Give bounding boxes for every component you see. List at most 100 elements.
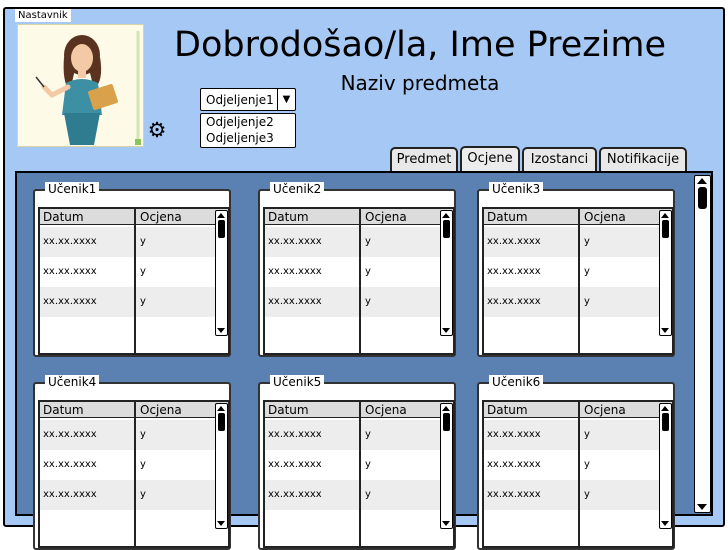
table-row[interactable]: xx.xx.xxxx y xyxy=(265,227,443,257)
column-header-grade[interactable]: Ocjena xyxy=(584,209,626,225)
column-header-date[interactable]: Datum xyxy=(43,209,84,225)
table-scrollbar[interactable] xyxy=(440,403,453,529)
scroll-up-icon[interactable] xyxy=(661,406,669,411)
grade-cell: y xyxy=(140,459,146,470)
column-header-date[interactable]: Datum xyxy=(43,402,84,418)
table-row[interactable]: xx.xx.xxxx y xyxy=(265,480,443,510)
grades-table: Datum Ocjena xx.xx.xxxx y xx.xx.xxxx y xx.xx.x… xyxy=(482,400,674,548)
table-row[interactable]: xx.xx.xxxx y xyxy=(40,480,218,510)
tab-notifikacije[interactable]: Notifikacije xyxy=(599,147,687,171)
table-row[interactable]: xx.xx.xxxx y xyxy=(484,287,662,317)
tab-izostanci[interactable]: Izostanci xyxy=(522,147,597,171)
window-label: Nastavnik xyxy=(15,9,71,22)
subject-name: Naziv predmeta xyxy=(340,71,500,95)
table-row[interactable]: xx.xx.xxxx y xyxy=(484,227,662,257)
teacher-avatar xyxy=(17,24,144,147)
scroll-thumb[interactable] xyxy=(218,220,225,238)
table-scrollbar[interactable] xyxy=(659,210,672,336)
scroll-down-icon[interactable] xyxy=(661,328,669,333)
date-cell: xx.xx.xxxx xyxy=(43,429,97,440)
column-divider xyxy=(359,402,361,546)
scroll-thumb[interactable] xyxy=(662,220,669,238)
class-option[interactable]: Odjeljenje2 xyxy=(201,114,295,130)
column-header-grade[interactable]: Ocjena xyxy=(140,402,182,418)
grade-cell: y xyxy=(584,266,590,277)
scroll-thumb[interactable] xyxy=(698,187,707,209)
scroll-up-icon[interactable] xyxy=(217,213,225,218)
tab-ocjene[interactable]: Ocjene xyxy=(460,146,520,172)
table-row[interactable]: xx.xx.xxxx y xyxy=(484,257,662,287)
grade-cell: y xyxy=(365,266,371,277)
table-row[interactable]: xx.xx.xxxx y xyxy=(484,450,662,480)
student-card: Učenik5 Datum Ocjena xx.xx.xxxx y xx.xx.xxxx y… xyxy=(258,375,456,550)
table-row[interactable]: xx.xx.xxxx y xyxy=(40,227,218,257)
column-header-grade[interactable]: Ocjena xyxy=(140,209,182,225)
chevron-down-icon[interactable]: ▼ xyxy=(277,89,295,110)
scroll-down-icon[interactable] xyxy=(217,521,225,526)
class-dropdown-list: Odjeljenje2 Odjeljenje3 xyxy=(200,113,296,148)
panel-scrollbar[interactable] xyxy=(694,175,711,513)
date-cell: xx.xx.xxxx xyxy=(487,459,541,470)
tab-predmet[interactable]: Predmet xyxy=(390,147,458,171)
table-row[interactable]: xx.xx.xxxx y xyxy=(265,287,443,317)
scroll-up-icon[interactable] xyxy=(442,213,450,218)
scroll-up-icon[interactable] xyxy=(217,406,225,411)
grades-table: Datum Ocjena xx.xx.xxxx y xx.xx.xxxx y xx.xx.x… xyxy=(263,207,455,355)
column-header-date[interactable]: Datum xyxy=(487,209,528,225)
grade-cell: y xyxy=(584,459,590,470)
column-header-grade[interactable]: Ocjena xyxy=(584,402,626,418)
table-row[interactable]: xx.xx.xxxx y xyxy=(40,450,218,480)
scroll-thumb[interactable] xyxy=(443,413,450,431)
student-card: Učenik4 Datum Ocjena xx.xx.xxxx y xx.xx.xxxx y… xyxy=(33,375,231,550)
table-row[interactable]: xx.xx.xxxx y xyxy=(40,420,218,450)
table-row[interactable]: xx.xx.xxxx y xyxy=(40,257,218,287)
student-card: Učenik1 Datum Ocjena xx.xx.xxxx y xx.xx.xxxx y… xyxy=(33,182,231,357)
student-card: Učenik3 Datum Ocjena xx.xx.xxxx y xx.xx.xxxx y… xyxy=(477,182,675,357)
grade-cell: y xyxy=(584,296,590,307)
scroll-down-icon[interactable] xyxy=(442,328,450,333)
column-header-grade[interactable]: Ocjena xyxy=(365,209,407,225)
grade-cell: y xyxy=(365,296,371,307)
student-name: Učenik2 xyxy=(270,182,325,197)
table-row[interactable]: xx.xx.xxxx y xyxy=(265,420,443,450)
column-divider xyxy=(134,209,136,353)
table-scrollbar[interactable] xyxy=(440,210,453,336)
class-select[interactable]: Odjeljenje1 ▼ xyxy=(200,88,296,111)
scroll-thumb[interactable] xyxy=(218,413,225,431)
grade-cell: y xyxy=(365,236,371,247)
scroll-thumb[interactable] xyxy=(443,220,450,238)
date-cell: xx.xx.xxxx xyxy=(487,296,541,307)
scroll-up-icon[interactable] xyxy=(661,213,669,218)
table-row[interactable]: xx.xx.xxxx y xyxy=(40,287,218,317)
scroll-up-icon[interactable] xyxy=(442,406,450,411)
class-select-value: Odjeljenje1 xyxy=(206,93,274,107)
scroll-up-icon[interactable] xyxy=(697,178,707,184)
date-cell: xx.xx.xxxx xyxy=(487,429,541,440)
table-scrollbar[interactable] xyxy=(215,210,228,336)
grades-table: Datum Ocjena xx.xx.xxxx y xx.xx.xxxx y xx.xx.x… xyxy=(482,207,674,355)
scroll-down-icon[interactable] xyxy=(217,328,225,333)
column-divider xyxy=(578,402,580,546)
scroll-down-icon[interactable] xyxy=(697,504,707,510)
table-row[interactable]: xx.xx.xxxx y xyxy=(265,450,443,480)
column-header-grade[interactable]: Ocjena xyxy=(365,402,407,418)
grade-cell: y xyxy=(365,459,371,470)
date-cell: xx.xx.xxxx xyxy=(43,296,97,307)
column-header-date[interactable]: Datum xyxy=(268,402,309,418)
grade-cell: y xyxy=(140,236,146,247)
student-name: Učenik4 xyxy=(45,375,100,390)
scroll-down-icon[interactable] xyxy=(442,521,450,526)
table-row[interactable]: xx.xx.xxxx y xyxy=(484,480,662,510)
scroll-down-icon[interactable] xyxy=(661,521,669,526)
class-option[interactable]: Odjeljenje3 xyxy=(201,130,295,146)
gear-icon[interactable]: ⚙ xyxy=(146,119,168,141)
page-title: Dobrodošao/la, Ime Prezime xyxy=(174,25,666,65)
column-header-date[interactable]: Datum xyxy=(487,402,528,418)
scroll-thumb[interactable] xyxy=(662,413,669,431)
date-cell: xx.xx.xxxx xyxy=(268,459,322,470)
table-scrollbar[interactable] xyxy=(659,403,672,529)
table-scrollbar[interactable] xyxy=(215,403,228,529)
table-row[interactable]: xx.xx.xxxx y xyxy=(265,257,443,287)
column-header-date[interactable]: Datum xyxy=(268,209,309,225)
table-row[interactable]: xx.xx.xxxx y xyxy=(484,420,662,450)
